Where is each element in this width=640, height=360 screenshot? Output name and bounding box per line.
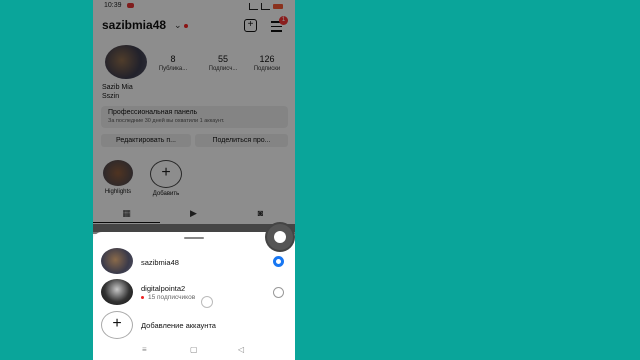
home-nav-icon[interactable]: ▢ xyxy=(190,345,198,354)
back-nav-icon[interactable]: ◁ xyxy=(238,345,244,354)
menu-nav-icon[interactable]: ≡ xyxy=(142,345,147,354)
phone-screen: 10:39 sazibmia48 ⌄ + 1 8 Публика... 55 П… xyxy=(93,0,295,360)
account-name: digitalpointa2 xyxy=(141,284,186,293)
system-nav-bar: ≡ ▢ ◁ xyxy=(93,344,295,358)
add-account-row[interactable]: + Добавление аккаунта xyxy=(93,311,295,339)
account-name: sazibmia48 xyxy=(141,258,179,267)
account-subtitle: 15 подписчиков xyxy=(141,294,195,301)
assistive-touch-button[interactable] xyxy=(267,224,293,250)
sheet-handle[interactable] xyxy=(184,237,204,239)
account-avatar xyxy=(101,279,133,305)
account-switcher-sheet: sazibmia48 digitalpointa2 15 подписчиков… xyxy=(93,232,295,360)
follower-count: 15 подписчиков xyxy=(148,294,196,301)
touch-indicator xyxy=(201,296,213,308)
account-radio[interactable] xyxy=(273,287,284,298)
plus-icon: + xyxy=(101,311,133,339)
modal-overlay[interactable] xyxy=(93,0,295,232)
account-radio-selected[interactable] xyxy=(273,256,284,267)
add-account-label: Добавление аккаунта xyxy=(141,321,216,330)
account-row[interactable]: sazibmia48 xyxy=(93,248,295,276)
account-row[interactable]: digitalpointa2 15 подписчиков xyxy=(93,279,295,307)
account-avatar xyxy=(101,248,133,274)
